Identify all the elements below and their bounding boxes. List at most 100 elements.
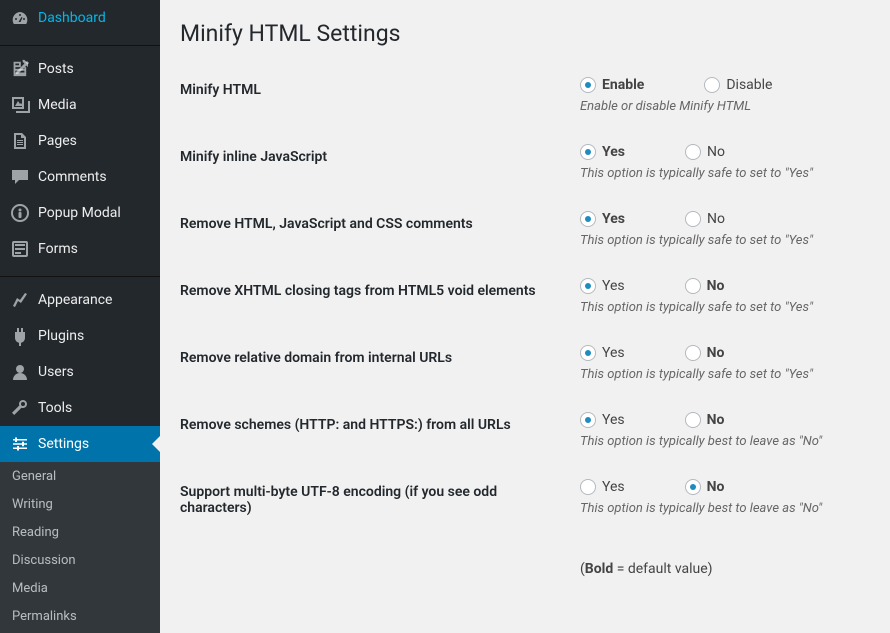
forms-icon xyxy=(10,239,30,259)
legend-suffix: = default value) xyxy=(613,561,712,577)
radio-input[interactable] xyxy=(580,278,596,294)
legend-row: (Bold = default value) xyxy=(180,536,870,592)
radio-option-yes[interactable]: Yes xyxy=(580,144,625,160)
setting-description: This option is typically safe to set to … xyxy=(580,367,860,382)
radio-input[interactable] xyxy=(685,211,701,227)
submenu-item-general[interactable]: General xyxy=(0,462,160,490)
sidebar-item-posts[interactable]: Posts xyxy=(0,51,160,87)
radio-input[interactable] xyxy=(580,211,596,227)
menu-label: Posts xyxy=(38,61,74,77)
sidebar-item-pages[interactable]: Pages xyxy=(0,123,160,159)
radio-option-no[interactable]: No xyxy=(685,211,725,227)
legend-bold-word: Bold xyxy=(585,561,613,577)
radio-input[interactable] xyxy=(580,479,596,495)
radio-input[interactable] xyxy=(580,144,596,160)
radio-input[interactable] xyxy=(685,278,701,294)
sidebar-item-tools[interactable]: Tools xyxy=(0,390,160,426)
menu-label: Forms xyxy=(38,241,78,257)
radio-option-no[interactable]: No xyxy=(685,278,725,294)
sidebar-item-comments[interactable]: Comments xyxy=(0,159,160,195)
sidebar-item-settings[interactable]: Settings xyxy=(0,426,160,462)
settings-table: Minify HTML Enable Disable Enable or disabl… xyxy=(180,62,870,592)
radio-option-yes[interactable]: Yes xyxy=(580,412,625,428)
radio-option-enable[interactable]: Enable xyxy=(580,77,644,93)
radio-text: Enable xyxy=(602,77,644,93)
radio-input[interactable] xyxy=(704,77,720,93)
setting-controls: Enable Disable Enable or disable Minify HT… xyxy=(570,62,870,129)
submenu-item-permalinks[interactable]: Permalinks xyxy=(0,602,160,630)
radio-group: Yes No xyxy=(580,345,860,361)
radio-option-yes[interactable]: Yes xyxy=(580,479,625,495)
setting-controls: YesNoThis option is typically best to le… xyxy=(570,464,870,536)
setting-row: Remove relative domain from internal URL… xyxy=(180,330,870,397)
setting-row: Remove HTML, JavaScript and CSS comments… xyxy=(180,196,870,263)
radio-input[interactable] xyxy=(685,345,701,361)
radio-text: No xyxy=(707,211,725,227)
setting-description: Enable or disable Minify HTML xyxy=(580,99,860,114)
radio-option-no[interactable]: No xyxy=(685,479,725,495)
comments-icon xyxy=(10,167,30,187)
sidebar-item-appearance[interactable]: Appearance xyxy=(0,282,160,318)
radio-text: Yes xyxy=(602,278,625,294)
setting-label: Support multi-byte UTF-8 encoding (if yo… xyxy=(180,464,570,536)
radio-input[interactable] xyxy=(580,412,596,428)
radio-option-no[interactable]: No xyxy=(685,144,725,160)
setting-label: Remove schemes (HTTP: and HTTPS:) from a… xyxy=(180,397,570,464)
radio-option-yes[interactable]: Yes xyxy=(580,345,625,361)
settings-icon xyxy=(10,434,30,454)
menu-label: Users xyxy=(38,364,74,380)
submenu-item-reading[interactable]: Reading xyxy=(0,518,160,546)
setting-controls: Yes No This option is typically best to le… xyxy=(570,397,870,464)
setting-description: This option is typically safe to set to … xyxy=(580,166,860,181)
setting-label: Minify inline JavaScript xyxy=(180,129,570,196)
setting-row: Support multi-byte UTF-8 encoding (if yo… xyxy=(180,464,870,536)
radio-option-no[interactable]: No xyxy=(685,412,725,428)
setting-label: Minify HTML xyxy=(180,62,570,129)
menu-label: Pages xyxy=(38,133,77,149)
menu-label: Comments xyxy=(38,169,107,185)
appearance-icon xyxy=(10,290,30,310)
setting-controls: Yes No This option is typically safe to se… xyxy=(570,330,870,397)
admin-sidebar: Dashboard Posts Media Pages Comments Popup Mo… xyxy=(0,0,160,633)
radio-option-no[interactable]: No xyxy=(685,345,725,361)
menu-separator xyxy=(0,41,160,46)
users-icon xyxy=(10,362,30,382)
menu-label: Plugins xyxy=(38,328,84,344)
sidebar-item-dashboard[interactable]: Dashboard xyxy=(0,0,160,36)
sidebar-item-popup-modal[interactable]: Popup Modal xyxy=(0,195,160,231)
setting-controls: Yes No This option is typically safe to se… xyxy=(570,263,870,330)
radio-text: No xyxy=(707,412,725,428)
radio-input[interactable] xyxy=(685,479,701,495)
pages-icon xyxy=(10,131,30,151)
sidebar-item-forms[interactable]: Forms xyxy=(0,231,160,267)
setting-description: This option is typically safe to set to … xyxy=(580,300,860,315)
menu-label: Dashboard xyxy=(38,10,106,26)
radio-text: Disable xyxy=(726,77,772,93)
submenu-item-media[interactable]: Media xyxy=(0,574,160,602)
setting-controls: Yes No This option is typically safe to se… xyxy=(570,196,870,263)
settings-submenu: GeneralWritingReadingDiscussionMediaPerm… xyxy=(0,462,160,633)
radio-option-disable[interactable]: Disable xyxy=(704,77,772,93)
setting-controls: Yes No This option is typically safe to se… xyxy=(570,129,870,196)
setting-description: This option is typically safe to set to … xyxy=(580,233,860,248)
sidebar-item-plugins[interactable]: Plugins xyxy=(0,318,160,354)
radio-group: Yes No xyxy=(580,211,860,227)
radio-group: Yes No xyxy=(580,278,860,294)
sidebar-item-users[interactable]: Users xyxy=(0,354,160,390)
radio-option-yes[interactable]: Yes xyxy=(580,278,625,294)
setting-row: Minify HTML Enable Disable Enable or disabl… xyxy=(180,62,870,129)
radio-input[interactable] xyxy=(685,144,701,160)
setting-description: This option is typically best to leave a… xyxy=(580,434,860,449)
radio-group: Yes No xyxy=(580,412,860,428)
radio-input[interactable] xyxy=(685,412,701,428)
setting-label: Remove relative domain from internal URL… xyxy=(180,330,570,397)
submenu-item-discussion[interactable]: Discussion xyxy=(0,546,160,574)
setting-label: Remove XHTML closing tags from HTML5 voi… xyxy=(180,263,570,330)
menu-label: Popup Modal xyxy=(38,205,121,221)
radio-option-yes[interactable]: Yes xyxy=(580,211,625,227)
radio-input[interactable] xyxy=(580,345,596,361)
radio-input[interactable] xyxy=(580,77,596,93)
setting-label: Remove HTML, JavaScript and CSS comments xyxy=(180,196,570,263)
submenu-item-writing[interactable]: Writing xyxy=(0,490,160,518)
sidebar-item-media[interactable]: Media xyxy=(0,87,160,123)
